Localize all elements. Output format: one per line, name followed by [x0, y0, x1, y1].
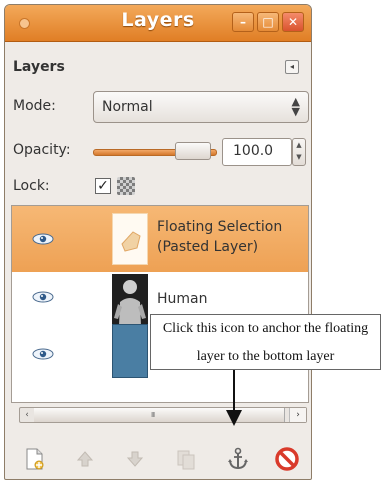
- callout-pointer-line: [233, 370, 235, 412]
- callout-line-2: layer to the bottom layer: [196, 349, 335, 364]
- human-layer-thumbnail: [112, 274, 148, 326]
- new-layer-icon[interactable]: [20, 445, 48, 473]
- panel-title: Layers: [13, 59, 65, 75]
- floating-selection-thumbnail: [112, 213, 148, 265]
- lock-label: Lock:: [13, 178, 50, 194]
- mode-select[interactable]: Normal ▲ ▼: [93, 91, 309, 123]
- scroll-left-icon[interactable]: ‹: [20, 408, 35, 422]
- minimize-button[interactable]: –: [232, 12, 254, 32]
- mode-label: Mode:: [13, 98, 56, 114]
- callout-line-1: Click this icon to anchor the floating: [162, 321, 369, 336]
- eye-icon[interactable]: [32, 348, 54, 360]
- mode-value: Normal: [102, 99, 153, 115]
- title-bar[interactable]: Layers – □ ✕: [5, 5, 311, 42]
- scroll-right-icon[interactable]: ›: [289, 408, 306, 422]
- lower-layer-icon[interactable]: [121, 445, 149, 473]
- raise-layer-icon[interactable]: [71, 445, 99, 473]
- lock-pixels-checkbox[interactable]: ✓: [95, 178, 111, 194]
- horizontal-scrollbar[interactable]: ‹ III ›: [19, 407, 307, 423]
- layer-name: Human: [157, 291, 208, 307]
- updown-arrow-icon: ▲ ▼: [291, 95, 300, 118]
- eye-icon[interactable]: [32, 291, 54, 303]
- anchor-icon[interactable]: [224, 445, 252, 473]
- opacity-spin-buttons[interactable]: ▲ ▼: [292, 138, 306, 166]
- delete-layer-icon[interactable]: [273, 445, 301, 473]
- scrollbar-thumb[interactable]: III: [34, 408, 285, 422]
- close-button[interactable]: ✕: [282, 12, 304, 32]
- callout-arrow-icon: [226, 410, 242, 426]
- opacity-input[interactable]: 100.0: [222, 138, 292, 166]
- scroll-grip: III: [151, 411, 155, 419]
- background-layer-thumbnail: [112, 324, 148, 378]
- layers-list: Floating Selection (Pasted Layer) Human: [11, 205, 309, 403]
- duplicate-layer-icon[interactable]: [172, 445, 200, 473]
- eye-icon[interactable]: [32, 233, 54, 245]
- layers-window: Layers – □ ✕ Layers ◂ Mode: Normal ▲ ▼ Op…: [4, 4, 312, 480]
- lock-alpha-icon[interactable]: [117, 177, 135, 195]
- maximize-button[interactable]: □: [257, 12, 279, 32]
- panel-menu-icon[interactable]: ◂: [285, 60, 299, 74]
- annotation-callout: Click this icon to anchor the floating l…: [150, 314, 381, 370]
- opacity-label: Opacity:: [13, 142, 71, 158]
- layer-row-floating-selection[interactable]: Floating Selection (Pasted Layer): [12, 206, 308, 272]
- layer-name: Floating Selection (Pasted Layer): [157, 219, 283, 255]
- opacity-slider-thumb[interactable]: [175, 142, 211, 160]
